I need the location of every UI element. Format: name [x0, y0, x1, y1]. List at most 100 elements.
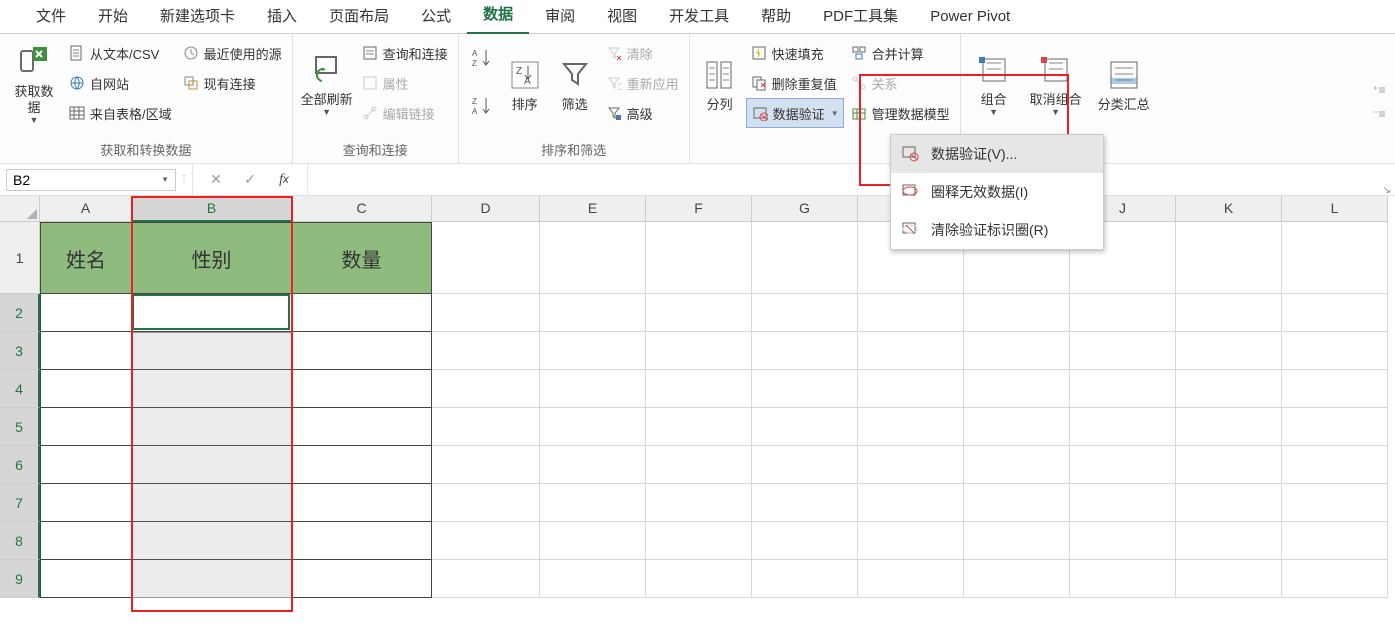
cell[interactable] [1282, 560, 1388, 598]
ungroup-button[interactable]: 取消组合 ▼ [1023, 38, 1089, 132]
cell[interactable] [858, 294, 964, 332]
cell[interactable] [40, 484, 132, 522]
cell[interactable] [40, 332, 132, 370]
group-button[interactable]: 组合 ▼ [967, 38, 1021, 132]
cell[interactable] [1282, 332, 1388, 370]
cell[interactable] [40, 294, 132, 332]
cell[interactable] [540, 484, 646, 522]
cell[interactable] [752, 222, 858, 294]
cell[interactable] [1282, 484, 1388, 522]
sort-asc-button[interactable]: AZ [465, 38, 499, 78]
tab-powerpivot[interactable]: Power Pivot [914, 0, 1026, 34]
cell[interactable] [752, 560, 858, 598]
cell[interactable] [40, 560, 132, 598]
cell[interactable] [752, 332, 858, 370]
name-box[interactable]: B2 ▼ [6, 169, 176, 191]
consolidate-button[interactable]: 合并计算 [846, 38, 954, 68]
cell[interactable] [132, 484, 292, 522]
cell[interactable] [132, 294, 292, 332]
tab-data[interactable]: 数据 [467, 0, 529, 35]
cell[interactable] [646, 370, 752, 408]
cell[interactable] [432, 294, 540, 332]
cell[interactable] [1282, 294, 1388, 332]
cell[interactable] [964, 484, 1070, 522]
column-header[interactable]: E [540, 196, 646, 222]
cell[interactable] [646, 522, 752, 560]
remove-duplicates-button[interactable]: 删除重复值 [746, 68, 844, 98]
cell[interactable] [432, 446, 540, 484]
cell[interactable] [292, 560, 432, 598]
cell[interactable] [858, 446, 964, 484]
from-table-button[interactable]: 来自表格/区域 [64, 98, 176, 128]
cell[interactable] [1282, 370, 1388, 408]
tab-insert[interactable]: 插入 [251, 0, 313, 34]
cell[interactable] [132, 446, 292, 484]
cell[interactable] [964, 560, 1070, 598]
cell[interactable] [540, 446, 646, 484]
tab-review[interactable]: 审阅 [529, 0, 591, 34]
cell[interactable] [292, 446, 432, 484]
tab-home[interactable]: 开始 [82, 0, 144, 34]
column-header[interactable]: B [132, 196, 292, 222]
from-text-csv-button[interactable]: 从文本/CSV [64, 38, 176, 68]
existing-conn-button[interactable]: 现有连接 [178, 68, 286, 98]
cell[interactable] [1176, 484, 1282, 522]
advanced-filter-button[interactable]: 高级 [601, 98, 683, 128]
menu-item-clear-circles[interactable]: 清除验证标识圈(R) [891, 211, 1103, 249]
chevron-down-icon[interactable]: ▼ [831, 109, 839, 118]
tab-help[interactable]: 帮助 [745, 0, 807, 34]
subtotal-button[interactable]: 分类汇总 [1091, 38, 1157, 132]
cell[interactable] [646, 332, 752, 370]
cell[interactable] [292, 332, 432, 370]
cell[interactable] [132, 522, 292, 560]
menu-item-data-validation[interactable]: 数据验证(V)... [891, 135, 1103, 173]
cell[interactable] [964, 332, 1070, 370]
row-header[interactable]: 9 [0, 560, 40, 598]
cell[interactable] [432, 222, 540, 294]
cell[interactable] [752, 446, 858, 484]
cell[interactable] [292, 522, 432, 560]
menu-item-circle-invalid[interactable]: 圈释无效数据(I) [891, 173, 1103, 211]
data-validation-button[interactable]: 数据验证 ▼ [746, 98, 844, 128]
cell[interactable] [646, 408, 752, 446]
cell[interactable] [132, 560, 292, 598]
cell[interactable] [1070, 408, 1176, 446]
formula-input[interactable] [308, 169, 1395, 191]
tab-formulas[interactable]: 公式 [405, 0, 467, 34]
queries-connections-button[interactable]: 查询和连接 [357, 38, 452, 68]
column-header[interactable]: A [40, 196, 132, 222]
cell[interactable] [646, 294, 752, 332]
row-header[interactable]: 6 [0, 446, 40, 484]
cell[interactable] [540, 332, 646, 370]
cell[interactable] [858, 484, 964, 522]
cell[interactable] [964, 294, 1070, 332]
tab-view[interactable]: 视图 [591, 0, 653, 34]
column-header[interactable]: F [646, 196, 752, 222]
select-all-corner[interactable] [0, 196, 40, 222]
cell[interactable] [752, 522, 858, 560]
cell[interactable]: 性别 [132, 222, 292, 294]
filter-button[interactable]: 筛选 [551, 38, 599, 132]
cell[interactable] [964, 446, 1070, 484]
cell[interactable] [1070, 446, 1176, 484]
cell[interactable] [1282, 522, 1388, 560]
cell[interactable] [752, 484, 858, 522]
cell[interactable] [432, 370, 540, 408]
cell[interactable] [752, 294, 858, 332]
tab-pdf[interactable]: PDF工具集 [807, 0, 914, 34]
cell[interactable] [540, 408, 646, 446]
resize-handle-icon[interactable]: ⋮ [176, 174, 192, 185]
cell[interactable] [1070, 560, 1176, 598]
cell[interactable] [432, 332, 540, 370]
cell[interactable] [40, 408, 132, 446]
cell[interactable] [1176, 294, 1282, 332]
cell[interactable] [1070, 294, 1176, 332]
cell[interactable] [132, 370, 292, 408]
cell[interactable] [752, 370, 858, 408]
recent-sources-button[interactable]: 最近使用的源 [178, 38, 286, 68]
column-header[interactable]: D [432, 196, 540, 222]
tab-file[interactable]: 文件 [20, 0, 82, 34]
cell[interactable] [540, 560, 646, 598]
cell[interactable] [1282, 408, 1388, 446]
cell[interactable] [1070, 484, 1176, 522]
